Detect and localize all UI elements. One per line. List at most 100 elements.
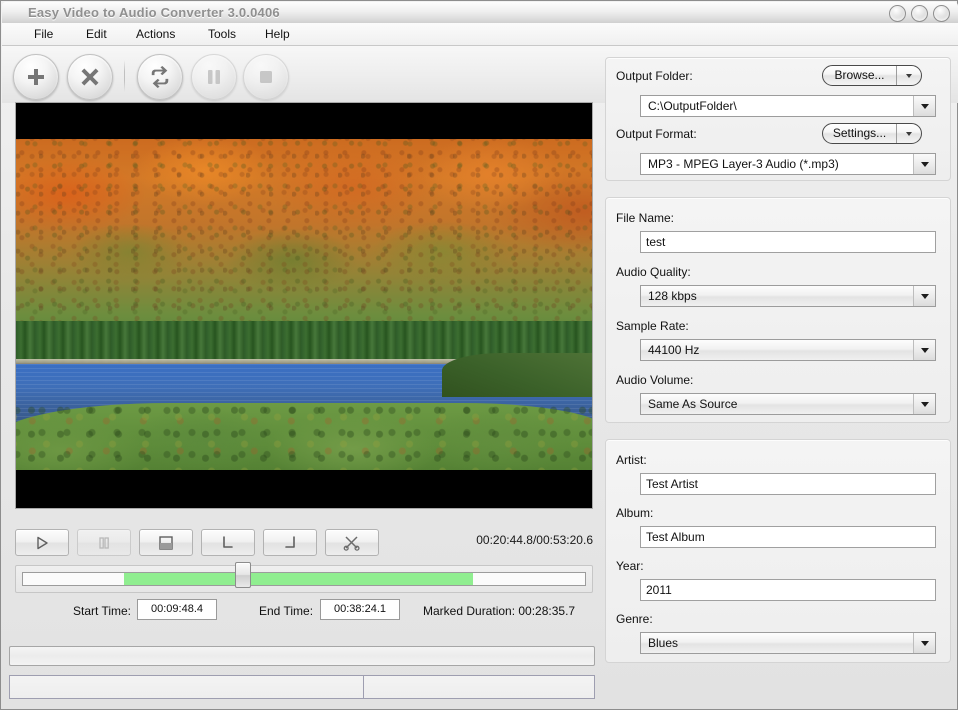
menu-item-file[interactable]: File — [28, 27, 59, 42]
menu-item-actions[interactable]: Actions — [130, 27, 181, 42]
chevron-down-icon — [921, 294, 929, 299]
audio-quality-dropdown[interactable] — [913, 286, 935, 306]
tag-metadata-group: Artist: Test Artist Album: Test Album Ye… — [605, 439, 951, 663]
pause-button[interactable] — [77, 529, 131, 556]
convert-button[interactable] — [137, 54, 183, 100]
video-preview[interactable] — [15, 102, 593, 509]
pause-icon — [204, 67, 224, 87]
album-label: Album: — [616, 506, 653, 520]
audio-volume-combo[interactable]: Same As Source — [640, 393, 936, 415]
genre-value: Blues — [648, 633, 678, 653]
letterbox-top — [16, 103, 592, 139]
output-format-value: MP3 - MPEG Layer-3 Audio (*.mp3) — [648, 154, 839, 174]
timeline-slider[interactable] — [15, 565, 593, 593]
status-pane-left — [10, 676, 364, 698]
mark-end-button[interactable] — [263, 529, 317, 556]
sample-rate-value: 44100 Hz — [648, 340, 699, 360]
stop-icon — [157, 535, 175, 551]
add-files-button[interactable] — [13, 54, 59, 100]
pause-conversion-button[interactable] — [191, 54, 237, 100]
sample-rate-label: Sample Rate: — [616, 319, 689, 333]
file-name-label: File Name: — [616, 211, 674, 225]
end-time-label: End Time: — [259, 604, 313, 618]
cut-button[interactable] — [325, 529, 379, 556]
settings-button-label: Settings... — [823, 124, 896, 143]
audio-quality-label: Audio Quality: — [616, 265, 691, 279]
maximize-button[interactable] — [911, 5, 928, 22]
album-input[interactable]: Test Album — [640, 526, 936, 548]
application-window: Easy Video to Audio Converter 3.0.0406 F… — [0, 0, 958, 710]
sample-rate-dropdown[interactable] — [913, 340, 935, 360]
chevron-down-icon — [921, 348, 929, 353]
video-frame-image — [16, 103, 592, 508]
timeline-selection-range — [124, 573, 472, 585]
end-time-value[interactable]: 00:38:24.1 — [320, 599, 400, 620]
mark-start-button[interactable] — [201, 529, 255, 556]
chevron-down-icon — [921, 104, 929, 109]
genre-dropdown[interactable] — [913, 633, 935, 653]
cross-icon — [79, 66, 101, 88]
start-time-value[interactable]: 00:09:48.4 — [137, 599, 217, 620]
minimize-button[interactable] — [889, 5, 906, 22]
window-title: Easy Video to Audio Converter 3.0.0406 — [28, 5, 280, 20]
play-button[interactable] — [15, 529, 69, 556]
output-folder-dropdown[interactable] — [913, 96, 935, 116]
scissors-icon — [343, 535, 361, 551]
settings-dropdown-toggle[interactable] — [896, 124, 921, 143]
sample-rate-combo[interactable]: 44100 Hz — [640, 339, 936, 361]
chevron-down-icon — [906, 132, 912, 136]
browse-dropdown-toggle[interactable] — [896, 66, 921, 85]
audio-volume-dropdown[interactable] — [913, 394, 935, 414]
toolbar-separator — [124, 60, 125, 92]
audio-quality-combo[interactable]: 128 kbps — [640, 285, 936, 307]
browse-button-label: Browse... — [823, 66, 896, 85]
chevron-down-icon — [921, 641, 929, 646]
convert-refresh-icon — [149, 66, 171, 88]
pause-icon — [96, 536, 112, 550]
mark-end-icon — [282, 535, 298, 551]
audio-volume-label: Audio Volume: — [616, 373, 693, 387]
transport-controls: 00:20:44.8/00:53:20.6 — [15, 529, 593, 555]
audio-settings-group: File Name: test Audio Quality: 128 kbps … — [605, 197, 951, 423]
chevron-down-icon — [906, 74, 912, 78]
file-name-input[interactable]: test — [640, 231, 936, 253]
output-format-combo[interactable]: MP3 - MPEG Layer-3 Audio (*.mp3) — [640, 153, 936, 175]
artist-input[interactable]: Test Artist — [640, 473, 936, 495]
close-button[interactable] — [933, 5, 950, 22]
play-icon — [34, 536, 50, 550]
output-settings-group: Output Folder: Browse... C:\OutputFolder… — [605, 57, 951, 181]
plus-icon — [25, 66, 47, 88]
stop-button[interactable] — [139, 529, 193, 556]
title-bar: Easy Video to Audio Converter 3.0.0406 — [2, 2, 958, 24]
menu-item-tools[interactable]: Tools — [202, 27, 242, 42]
stop-icon — [256, 67, 276, 87]
output-format-dropdown[interactable] — [913, 154, 935, 174]
menu-item-help[interactable]: Help — [259, 27, 296, 42]
browse-button[interactable]: Browse... — [822, 65, 922, 86]
timeline-track[interactable] — [22, 572, 586, 586]
stop-conversion-button[interactable] — [243, 54, 289, 100]
year-input[interactable]: 2011 — [640, 579, 936, 601]
letterbox-bottom — [16, 470, 592, 508]
audio-quality-value: 128 kbps — [648, 286, 697, 306]
start-time-label: Start Time: — [73, 604, 131, 618]
mark-start-icon — [220, 535, 236, 551]
audio-volume-value: Same As Source — [648, 394, 737, 414]
status-bar — [9, 675, 595, 699]
time-readout: 00:20:44.8/00:53:20.6 — [476, 533, 593, 547]
remove-files-button[interactable] — [67, 54, 113, 100]
year-label: Year: — [616, 559, 644, 573]
artist-label: Artist: — [616, 453, 647, 467]
settings-button[interactable]: Settings... — [822, 123, 922, 144]
menu-bar: File Edit Actions Tools Help — [2, 23, 958, 46]
genre-label: Genre: — [616, 612, 653, 626]
genre-combo[interactable]: Blues — [640, 632, 936, 654]
window-controls — [889, 5, 950, 22]
far-headland — [442, 353, 592, 397]
autumn-hillside — [15, 133, 593, 338]
timeline-thumb[interactable] — [235, 562, 251, 588]
trim-marks-row: Start Time: 00:09:48.4 End Time: 00:38:2… — [15, 599, 593, 623]
status-pane-right — [364, 676, 594, 698]
output-folder-combo[interactable]: C:\OutputFolder\ — [640, 95, 936, 117]
menu-item-edit[interactable]: Edit — [80, 27, 113, 42]
